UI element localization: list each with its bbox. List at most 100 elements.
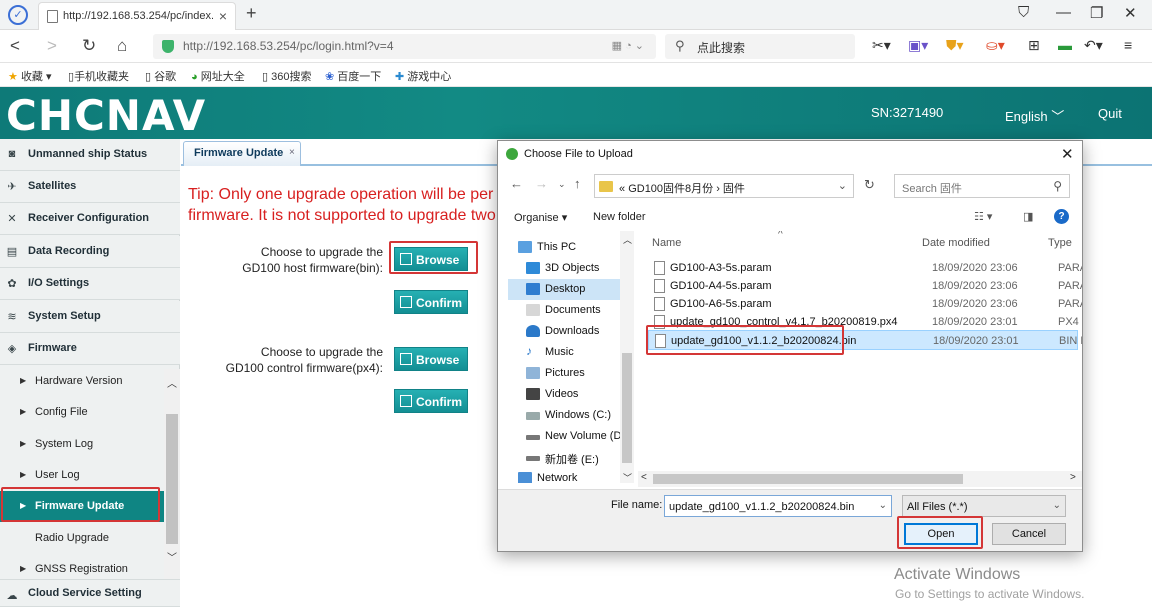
skin-icon[interactable]: ⛉ (1018, 4, 1029, 21)
browse-control-button[interactable]: Browse (394, 347, 468, 371)
column-header-type[interactable]: Type (1048, 237, 1072, 249)
tip-line-1: Tip: Only one upgrade operation will be … (188, 186, 494, 203)
refresh-icon[interactable]: ↻ (82, 36, 96, 56)
bookmark-games[interactable]: ✚ 游戏中心 (395, 68, 451, 84)
dialog-search-input[interactable]: Search 固件 ⚲ (894, 174, 1070, 198)
undo-icon[interactable]: ↶▾ (1084, 37, 1103, 54)
column-header-date[interactable]: Date modified (922, 237, 990, 249)
language-select[interactable]: English ﹀ (1005, 106, 1064, 125)
game-icon[interactable]: ⛀▾ (986, 37, 1005, 54)
sidebar-item-cloud-service-setting[interactable]: ☁ Cloud Service Setting (0, 579, 180, 607)
apps-grid-icon[interactable]: ⊞ (1028, 37, 1040, 54)
forward-arrow-icon[interactable]: → (535, 176, 548, 191)
scroll-left-icon[interactable]: < (641, 472, 647, 483)
minimize-icon[interactable]: — (1056, 4, 1071, 21)
cancel-button[interactable]: Cancel (992, 523, 1066, 545)
tab-firmware-update[interactable]: Firmware Update × (183, 141, 301, 166)
back-icon[interactable]: < (10, 36, 20, 56)
home-icon[interactable]: ⌂ (117, 36, 127, 56)
new-tab-icon[interactable]: + (246, 3, 257, 24)
bookmark-hao[interactable]: ◕ 网址大全 (191, 68, 245, 84)
sidebar-item-system-setup[interactable]: ≋ System Setup (0, 301, 180, 333)
nav-item-windows-c[interactable]: Windows (C:) (508, 405, 620, 426)
scrollbar-thumb[interactable] (622, 353, 632, 463)
file-name-input[interactable]: update_gd100_v1.1.2_b20200824.bin ⌄ (664, 495, 892, 517)
nav-item-this-pc[interactable]: This PC (508, 237, 620, 258)
menu-icon[interactable]: ≡ (1124, 37, 1132, 53)
path-breadcrumb[interactable]: « GD100固件8月份 › 固件 ⌄ (594, 174, 854, 198)
refresh-icon[interactable]: ↻ (864, 177, 875, 193)
scrollbar-thumb[interactable] (166, 414, 178, 544)
shield-plugin-icon[interactable]: ⛊▾ (946, 37, 964, 54)
file-row[interactable]: GD100-A6-5s.param 18/09/2020 23:06 PARAM (648, 294, 1082, 314)
recent-dropdown-icon[interactable]: ⌄ (558, 179, 566, 190)
scroll-up-icon[interactable]: ︿ (167, 375, 177, 390)
up-arrow-icon[interactable]: ↑ (574, 176, 581, 191)
browser-tab[interactable]: http://192.168.53.254/pc/index.h × (38, 2, 236, 30)
bookmark-baidu[interactable]: ❀ 百度一下 (325, 68, 381, 84)
browser-logo-icon[interactable]: ✓ (8, 5, 28, 25)
sidebar-scrollbar[interactable]: ︿ ﹀ (164, 369, 180, 579)
confirm-control-button[interactable]: Confirm (394, 389, 468, 413)
scroll-right-icon[interactable]: > (1070, 472, 1076, 483)
scroll-down-icon[interactable]: ﹀ (167, 549, 177, 564)
chevron-down-icon[interactable]: ⌄ (838, 179, 847, 192)
nav-item-documents[interactable]: Documents (508, 300, 620, 321)
close-tab-icon[interactable]: × (219, 8, 227, 24)
bookmark-favorites[interactable]: ★ 收藏 ▾ (8, 68, 52, 84)
nav-item-downloads[interactable]: Downloads (508, 321, 620, 342)
scroll-up-icon[interactable]: ︿ (623, 233, 632, 246)
sidebar-item-data-recording[interactable]: ▤ Data Recording (0, 236, 180, 268)
sidebar-item-receiver-configuration[interactable]: ✕ Receiver Configuration (0, 203, 180, 235)
nav-item-videos[interactable]: Videos (508, 384, 620, 405)
sidebar-sub-radio-upgrade[interactable]: Radio Upgrade (0, 523, 164, 554)
translate-icon[interactable]: ▣▾ (908, 37, 928, 54)
preview-pane-icon[interactable]: ◨ (1023, 210, 1033, 223)
quit-button[interactable]: Quit (1098, 106, 1122, 121)
column-header-name[interactable]: Name (652, 237, 681, 249)
file-type-select[interactable]: All Files (*.*) ⌄ (902, 495, 1066, 517)
nav-item-3d-objects[interactable]: 3D Objects (508, 258, 620, 279)
help-icon[interactable]: ? (1054, 209, 1069, 224)
view-options-icon[interactable]: ☷ ▾ (974, 210, 992, 223)
file-row[interactable]: GD100-A3-5s.param 18/09/2020 23:06 PARAM (648, 258, 1082, 278)
organise-button[interactable]: Organise ▾ (514, 211, 567, 224)
close-dialog-icon[interactable]: ✕ (1061, 145, 1074, 163)
battery-icon[interactable]: ▬ (1058, 37, 1072, 53)
file-list-hscrollbar[interactable]: < > (638, 471, 1082, 487)
scissors-icon[interactable]: ✂▾ (872, 37, 891, 54)
sidebar-sub-config-file[interactable]: ▶ Config File (0, 397, 164, 428)
scrollbar-thumb[interactable] (653, 474, 963, 484)
nav-item-music[interactable]: ♪ Music (508, 342, 620, 363)
page-icon: ▯ (145, 71, 152, 83)
nav-item-pictures[interactable]: Pictures (508, 363, 620, 384)
close-window-icon[interactable]: ✕ (1124, 4, 1137, 22)
forward-icon[interactable]: > (47, 36, 57, 56)
sidebar-sub-system-log[interactable]: ▶ System Log (0, 429, 164, 460)
new-folder-button[interactable]: New folder (593, 211, 646, 223)
nav-pane-scrollbar[interactable]: ︿ ﹀ (620, 231, 634, 483)
sidebar-item-unmanned-ship-status[interactable]: ◙ Unmanned ship Status (0, 139, 180, 171)
bookmark-360[interactable]: ▯ 360搜索 (262, 68, 311, 84)
chevron-down-icon: ﹀ (1051, 109, 1065, 124)
restore-icon[interactable]: ❐ (1090, 4, 1103, 22)
bookmark-google[interactable]: ▯ 谷歌 (145, 68, 176, 84)
file-row[interactable]: GD100-A4-5s.param 18/09/2020 23:06 PARAM (648, 276, 1082, 296)
back-arrow-icon[interactable]: ← (510, 176, 523, 191)
scroll-down-icon[interactable]: ﹀ (623, 471, 632, 484)
nav-item-new-volume-e[interactable]: 新加卷 (E:) (508, 447, 620, 468)
browser-search-box[interactable]: ⚲ 点此搜索 (665, 34, 855, 59)
sidebar-item-satellites[interactable]: ✈ Satellites (0, 171, 180, 203)
url-actions-icon[interactable]: ▦ ◔ ⌄ (612, 39, 644, 52)
chevron-down-icon[interactable]: ⌄ (879, 500, 887, 511)
sidebar-item-firmware[interactable]: ◈ Firmware (0, 333, 180, 365)
sidebar-item-io-settings[interactable]: ✿ I/O Settings (0, 268, 180, 300)
nav-item-desktop[interactable]: Desktop (508, 279, 620, 300)
nav-item-new-volume-d[interactable]: New Volume (D: (508, 426, 620, 447)
close-icon[interactable]: × (289, 147, 295, 158)
bookmark-mobile[interactable]: ▯手机收藏夹 (68, 68, 129, 84)
url-bar[interactable]: http://192.168.53.254/pc/login.html?v=4 … (153, 34, 656, 59)
nav-item-network[interactable]: Network (508, 468, 620, 483)
confirm-host-button[interactable]: Confirm (394, 290, 468, 314)
sidebar-sub-hardware-version[interactable]: ▶ Hardware Version (0, 366, 164, 397)
